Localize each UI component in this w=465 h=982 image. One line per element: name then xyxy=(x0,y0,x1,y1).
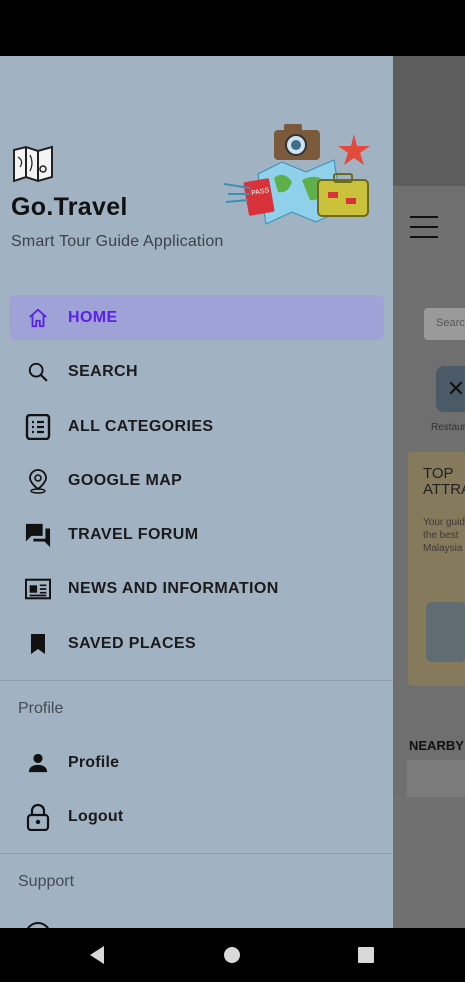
restaurant-icon: ✕ xyxy=(436,366,465,412)
recents-button[interactable] xyxy=(336,928,396,982)
menu-item-label: Logout xyxy=(68,808,124,825)
background-bottom-area xyxy=(393,797,465,928)
support-section-title: Support xyxy=(18,873,75,890)
menu-item-home[interactable]: HOME xyxy=(9,295,384,340)
menu-item-logout[interactable]: Logout xyxy=(9,794,384,839)
menu-item-saved-places[interactable]: SAVED PLACES xyxy=(9,621,384,666)
menu-item-google-map[interactable]: GOOGLE MAP xyxy=(9,458,384,503)
app-name: Go.Travel xyxy=(11,193,128,221)
background-toolbar xyxy=(393,56,465,186)
nearby-card xyxy=(407,760,465,800)
back-triangle-icon xyxy=(90,946,104,964)
divider xyxy=(0,680,393,681)
menu-item-label: Profile xyxy=(68,754,120,771)
nearby-heading: NEARBY xyxy=(409,738,464,753)
background-banner-card: TOP ATTRACTIONS Your guide the best Mala… xyxy=(408,452,465,686)
home-icon xyxy=(25,305,51,331)
banner-illustration xyxy=(426,602,465,662)
navigation-drawer: Go.Travel Smart Tour Guide Application P… xyxy=(0,56,393,928)
app-subtitle: Smart Tour Guide Application xyxy=(11,233,224,250)
hamburger-menu-icon xyxy=(410,216,438,238)
list-icon xyxy=(25,414,51,440)
home-circle-icon xyxy=(224,947,240,963)
status-bar xyxy=(0,0,465,56)
map-pin-icon xyxy=(25,468,51,494)
bookmark-icon xyxy=(25,631,51,657)
forum-icon xyxy=(25,522,51,548)
menu-item-label: GOOGLE MAP xyxy=(68,472,183,489)
menu-item-label: TRAVEL FORUM xyxy=(68,526,199,543)
person-icon xyxy=(25,750,51,776)
menu-item-label: SAVED PLACES xyxy=(68,635,197,652)
lock-icon xyxy=(25,803,51,831)
banner-body: Your guide the best Malaysia xyxy=(423,517,465,554)
back-button[interactable] xyxy=(67,928,127,982)
profile-section-title: Profile xyxy=(18,700,64,717)
drawer-header: Go.Travel Smart Tour Guide Application P… xyxy=(0,56,393,286)
system-navigation-bar xyxy=(0,928,465,982)
screen: Search ✕ Restaurants TOP ATTRACTIONS You… xyxy=(0,0,465,982)
menu-item-news[interactable]: NEWS AND INFORMATION xyxy=(9,566,384,611)
menu-item-label: ALL CATEGORIES xyxy=(68,418,214,435)
menu-item-travel-forum[interactable]: TRAVEL FORUM xyxy=(9,512,384,557)
travel-illustration-icon: PASS xyxy=(223,124,370,225)
menu-item-all-categories[interactable]: ALL CATEGORIES xyxy=(9,404,384,449)
divider xyxy=(0,853,393,854)
menu-item-label: SEARCH xyxy=(68,363,138,380)
menu-item-profile[interactable]: Profile xyxy=(9,740,384,785)
news-icon xyxy=(25,576,51,602)
search-icon xyxy=(25,359,51,385)
home-button[interactable] xyxy=(202,928,262,982)
map-logo-icon xyxy=(13,145,53,183)
background-search-field: Search xyxy=(424,308,465,340)
menu-item-search[interactable]: SEARCH xyxy=(9,349,384,394)
banner-title: TOP ATTRACTIONS xyxy=(423,465,465,498)
recents-square-icon xyxy=(358,947,374,963)
background-app-scrim[interactable]: Search ✕ Restaurants TOP ATTRACTIONS You… xyxy=(393,56,465,928)
menu-item-label: HOME xyxy=(68,309,118,326)
background-category-label: Restaurants xyxy=(431,422,465,433)
menu-item-label: NEWS AND INFORMATION xyxy=(68,580,279,597)
